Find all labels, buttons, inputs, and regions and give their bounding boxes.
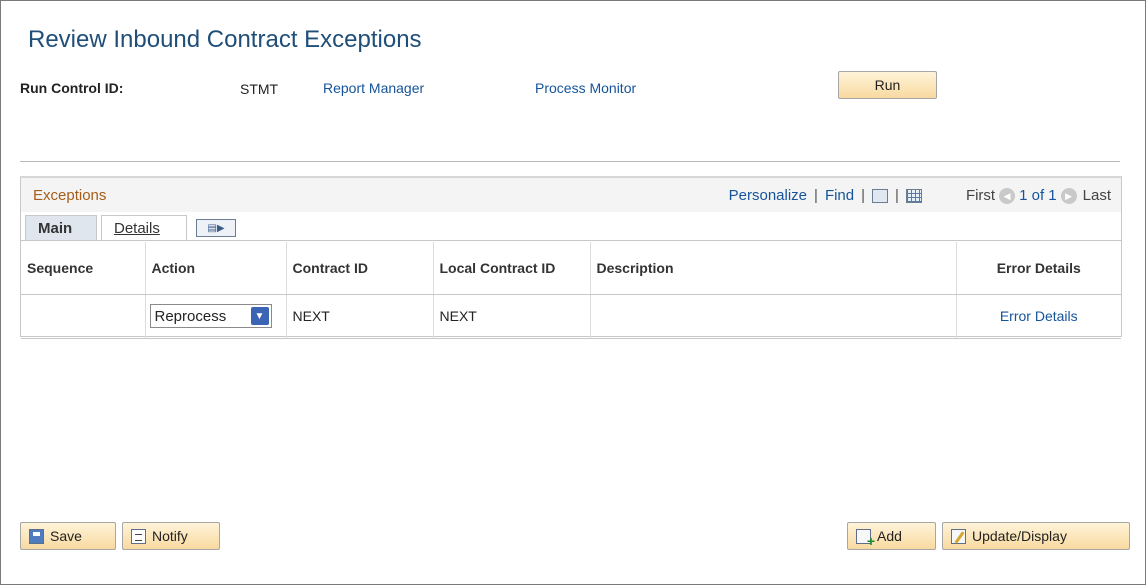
grid-toolbar: Personalize | Find | | First ◀ 1 of 1 ▶ … (729, 187, 1121, 204)
tab-details[interactable]: Details (101, 215, 187, 240)
update-display-button-label: Update/Display (972, 528, 1067, 544)
run-control-value: STMT (240, 81, 279, 97)
exceptions-table: Sequence Action Contract ID Local Contra… (21, 242, 1121, 339)
notify-button[interactable]: Notify (122, 522, 220, 550)
cell-action: Reprocess ▼ (145, 294, 287, 339)
column-header-description: Description (590, 242, 957, 295)
cell-local-contract-id: NEXT (433, 294, 591, 339)
table-row: Reprocess ▼ NEXT NEXT Error Details (21, 294, 1121, 339)
save-button-label: Save (50, 528, 82, 544)
row-count: 1 of 1 (1019, 187, 1057, 204)
notify-icon (131, 528, 146, 544)
previous-row-icon[interactable]: ◀ (999, 187, 1016, 204)
nav-last[interactable]: Last (1083, 187, 1111, 204)
cell-error-details: Error Details (956, 294, 1121, 339)
report-manager-link[interactable]: Report Manager (323, 80, 424, 96)
cell-contract-id: NEXT (286, 294, 434, 339)
view-all-icon[interactable] (872, 188, 889, 203)
exceptions-grid: Exceptions Personalize | Find | | First … (20, 176, 1122, 339)
personalize-link[interactable]: Personalize (729, 187, 807, 204)
run-control-label: Run Control ID: (20, 80, 124, 96)
grid-caption: Exceptions (33, 187, 107, 204)
add-icon (856, 528, 875, 549)
toolbar-separator: | (895, 187, 899, 204)
nav-first[interactable]: First (966, 187, 995, 204)
toolbar-separator: | (814, 187, 818, 204)
toolbar-separator: | (861, 187, 866, 204)
add-button-label: Add (877, 528, 902, 544)
grid-tabs: Main Details ▤▶ (21, 213, 1121, 241)
show-all-columns-icon[interactable]: ▤▶ (196, 219, 236, 237)
save-icon (29, 528, 44, 544)
page-title: Review Inbound Contract Exceptions (28, 26, 422, 53)
process-monitor-link[interactable]: Process Monitor (535, 80, 636, 96)
column-header-local-contract-id: Local Contract ID (433, 242, 591, 295)
action-select[interactable]: Reprocess ▼ (149, 304, 272, 328)
cell-sequence (21, 294, 146, 339)
action-select-value: Reprocess (154, 307, 227, 325)
column-header-action: Action (145, 242, 287, 295)
update-display-button[interactable]: Update/Display (942, 522, 1130, 550)
section-divider (20, 161, 1120, 162)
column-header-contract-id: Contract ID (286, 242, 434, 295)
tab-main[interactable]: Main (25, 215, 97, 240)
run-button[interactable]: Run (838, 71, 937, 99)
column-header-error-details: Error Details (956, 242, 1121, 295)
find-link[interactable]: Find (825, 187, 854, 204)
cell-description (590, 294, 957, 339)
grid-header: Exceptions Personalize | Find | | First … (21, 178, 1121, 212)
save-button[interactable]: Save (20, 522, 116, 550)
column-header-sequence: Sequence (21, 242, 146, 295)
table-header-row: Sequence Action Contract ID Local Contra… (21, 242, 1121, 295)
pencil-icon (951, 528, 966, 544)
next-row-icon[interactable]: ▶ (1060, 187, 1077, 204)
chevron-down-icon[interactable]: ▼ (250, 307, 269, 325)
notify-button-label: Notify (152, 528, 188, 544)
error-details-link[interactable]: Error Details (1000, 308, 1078, 324)
tab-details-label: Details (114, 219, 160, 237)
download-spreadsheet-icon[interactable] (905, 188, 922, 203)
add-button[interactable]: Add (847, 522, 936, 550)
